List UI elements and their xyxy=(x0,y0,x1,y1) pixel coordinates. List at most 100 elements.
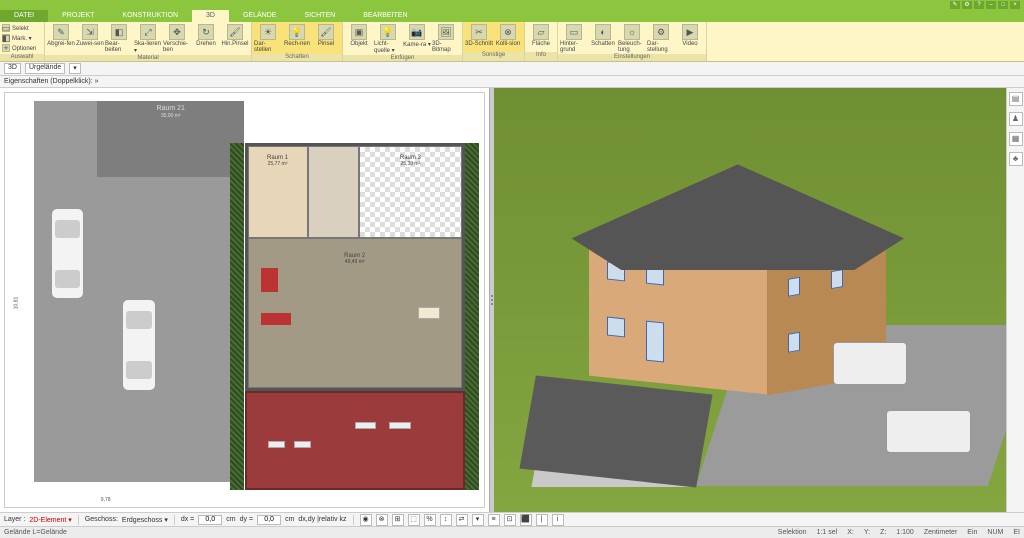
dropdown-icon[interactable]: ▾ xyxy=(472,514,484,526)
tab-gelaende[interactable]: GELÄNDE xyxy=(229,10,290,22)
room-3: Raum 325,39 m² xyxy=(359,146,462,238)
furniture-icon[interactable]: ♟ xyxy=(1009,112,1023,126)
solid-icon[interactable]: ⬛ xyxy=(520,514,532,526)
shadow-brush-button[interactable]: 🖌Pinsel xyxy=(312,23,340,47)
sofa-icon xyxy=(261,313,291,325)
bg-brush-button[interactable]: 🖌Hin.Pinsel xyxy=(221,23,249,47)
fill-icon[interactable]: ⊡ xyxy=(504,514,516,526)
shadow-display-button[interactable]: ☀Dar-stellen xyxy=(254,23,282,53)
insert-light-button[interactable]: 💡Licht-quelle ▾ xyxy=(374,23,402,54)
window-icon xyxy=(789,331,801,352)
window-minimize-button[interactable]: – xyxy=(986,1,996,9)
ribbon-group-label: Einstellungen xyxy=(558,54,706,61)
tab-konstruktion[interactable]: KONSTRUKTION xyxy=(108,10,192,22)
materials-icon[interactable]: ▦ xyxy=(1009,132,1023,146)
lounger-icon xyxy=(294,441,311,449)
select-button[interactable]: ▭Selekt xyxy=(2,23,42,33)
3d-section-button[interactable]: ✂3D-Schnitt xyxy=(465,23,493,47)
view-mode-field[interactable]: 3D xyxy=(4,63,21,74)
layers-icon[interactable]: ▤ xyxy=(1009,92,1023,106)
dy-input[interactable] xyxy=(257,515,281,525)
options-button[interactable]: +Optionen xyxy=(2,43,42,53)
ribbon-group-einstellungen: ▭Hinter-grund ◐Schatten ☼Beleuch-tung ⚙D… xyxy=(558,22,707,61)
window-maximize-button[interactable]: □ xyxy=(998,1,1008,9)
insert-camera-button[interactable]: 📷Kame-ra ▾ xyxy=(403,23,431,48)
ribbon-group-label: Auswahl xyxy=(0,54,44,61)
collision-button[interactable]: ⊗Kolli-sion xyxy=(494,23,522,47)
ribbon-group-sonstige: ✂3D-Schnitt ⊗Kolli-sion Sonstige xyxy=(463,22,525,61)
grid-icon[interactable]: ⊞ xyxy=(392,514,404,526)
status-ein: Ein xyxy=(967,529,977,536)
hedge xyxy=(465,143,479,491)
car-icon xyxy=(122,299,156,390)
window-help-icon[interactable]: ? xyxy=(974,1,984,9)
door-icon xyxy=(646,321,664,363)
edit-material-button[interactable]: ◧Bear-beiten xyxy=(105,23,133,53)
house-outline: Raum 4 Raum 125,77 m² Raum 325,39 m² Rau… xyxy=(245,143,465,391)
floorplan-pane[interactable]: Raum 21 35,00 m² Raum 4 Raum 125,77 m² R… xyxy=(0,88,490,512)
floorplan-canvas[interactable]: Raum 21 35,00 m² Raum 4 Raum 125,77 m² R… xyxy=(4,92,485,508)
background-button[interactable]: ▭Hinter-grund xyxy=(560,23,588,53)
status-z: Z: xyxy=(880,529,886,536)
terrain-select[interactable]: Urgelände xyxy=(25,63,65,74)
status-left: Gelände L=Gelände xyxy=(4,529,67,536)
snap-icon[interactable]: ◉ xyxy=(360,514,372,526)
percent-icon[interactable]: % xyxy=(424,514,436,526)
tab-bearbeiten[interactable]: BEARBEITEN xyxy=(349,10,421,22)
status-y: Y: xyxy=(864,529,870,536)
ribbon-group-label: Info xyxy=(525,52,557,61)
ribbon-group-schatten: ☀Dar-stellen 💡Rech-nen 🖌Pinsel Schatten xyxy=(252,22,343,61)
lighting-button[interactable]: ☼Beleuch-tung xyxy=(618,23,646,53)
box-icon[interactable]: ⬚ xyxy=(408,514,420,526)
room-2: Raum 249,49 m² xyxy=(248,238,462,388)
lines-icon[interactable]: ≡ xyxy=(488,514,500,526)
tab-projekt[interactable]: PROJEKT xyxy=(48,10,108,22)
assign-material-button[interactable]: ⇲Zuwei-sen xyxy=(76,23,104,47)
floor-select[interactable]: Erdgeschoss ▾ xyxy=(122,516,168,524)
shadows-button[interactable]: ◐Schatten xyxy=(589,23,617,47)
mark-button[interactable]: ◧Mark. ▾ xyxy=(2,33,42,43)
insert-3dbitmap-button[interactable]: 🖼3D-Bitmap xyxy=(432,23,460,53)
window-icon xyxy=(607,316,625,336)
rotate-material-button[interactable]: ↻Drehen xyxy=(192,23,220,47)
area-button[interactable]: ▱Fläche xyxy=(527,23,555,47)
video-button[interactable]: ▶Video xyxy=(676,23,704,47)
tab-datei[interactable]: DATEI xyxy=(0,10,48,22)
ribbon-group-einfuegen: ▣Objekt 💡Licht-quelle ▾ 📷Kame-ra ▾ 🖼3D-B… xyxy=(343,22,463,61)
display-button[interactable]: ⚙Dar-stellung xyxy=(647,23,675,53)
status-sel-ratio: 1:1 sel xyxy=(817,529,838,536)
scale-material-button[interactable]: ⤢Ska-lieren ▾ xyxy=(134,23,162,54)
insert-object-button[interactable]: ▣Objekt xyxy=(345,23,373,47)
pick-material-button[interactable]: ✎Abgrei-fen xyxy=(47,23,75,47)
status-selection: Selektion xyxy=(778,529,807,536)
tab-3d[interactable]: 3D xyxy=(192,10,229,22)
shadow-calc-button[interactable]: 💡Rech-nen xyxy=(283,23,311,47)
lounger-icon xyxy=(268,441,285,449)
info-icon[interactable]: i xyxy=(552,514,564,526)
move-material-button[interactable]: ✥Verschie-ben xyxy=(163,23,191,53)
vflip-icon[interactable]: ↕ xyxy=(440,514,452,526)
status-ei: EI xyxy=(1013,529,1020,536)
layer-select[interactable]: 2D-Element ▾ xyxy=(29,516,71,524)
terrace xyxy=(245,391,465,490)
properties-bar[interactable]: Eigenschaften (Doppelklick): » xyxy=(0,76,1024,88)
window-pencil-icon[interactable]: ✎ xyxy=(950,1,960,9)
ribbon-tabstrip: DATEI PROJEKT KONSTRUKTION 3D GELÄNDE SI… xyxy=(0,10,1024,22)
tab-sichten[interactable]: SICHTEN xyxy=(290,10,349,22)
snap2-icon[interactable]: ⊗ xyxy=(376,514,388,526)
terrain-dropdown[interactable]: ▾ xyxy=(69,63,81,74)
sep-icon: | xyxy=(536,514,548,526)
bottom-toolbar: Layer : 2D-Element ▾ Geschoss: Erdgescho… xyxy=(0,512,1024,526)
window-gear-icon[interactable]: ⚙ xyxy=(962,1,972,9)
plants-icon[interactable]: ♣ xyxy=(1009,152,1023,166)
dx-input[interactable] xyxy=(198,515,222,525)
ribbon-group-auswahl: ▭Selekt ◧Mark. ▾ +Optionen Auswahl xyxy=(0,22,45,61)
hflip-icon[interactable]: ⇄ xyxy=(456,514,468,526)
dimension-label: 9,78 xyxy=(101,497,111,503)
status-scale: 1:100 xyxy=(896,529,914,536)
3d-view-pane[interactable]: ▤ ♟ ▦ ♣ xyxy=(494,88,1024,512)
window-close-button[interactable]: × xyxy=(1010,1,1020,9)
coord-mode[interactable]: dx,dy |relativ kz xyxy=(298,516,346,523)
status-x: X: xyxy=(847,529,854,536)
dimension-label: 10,81 xyxy=(13,297,19,310)
